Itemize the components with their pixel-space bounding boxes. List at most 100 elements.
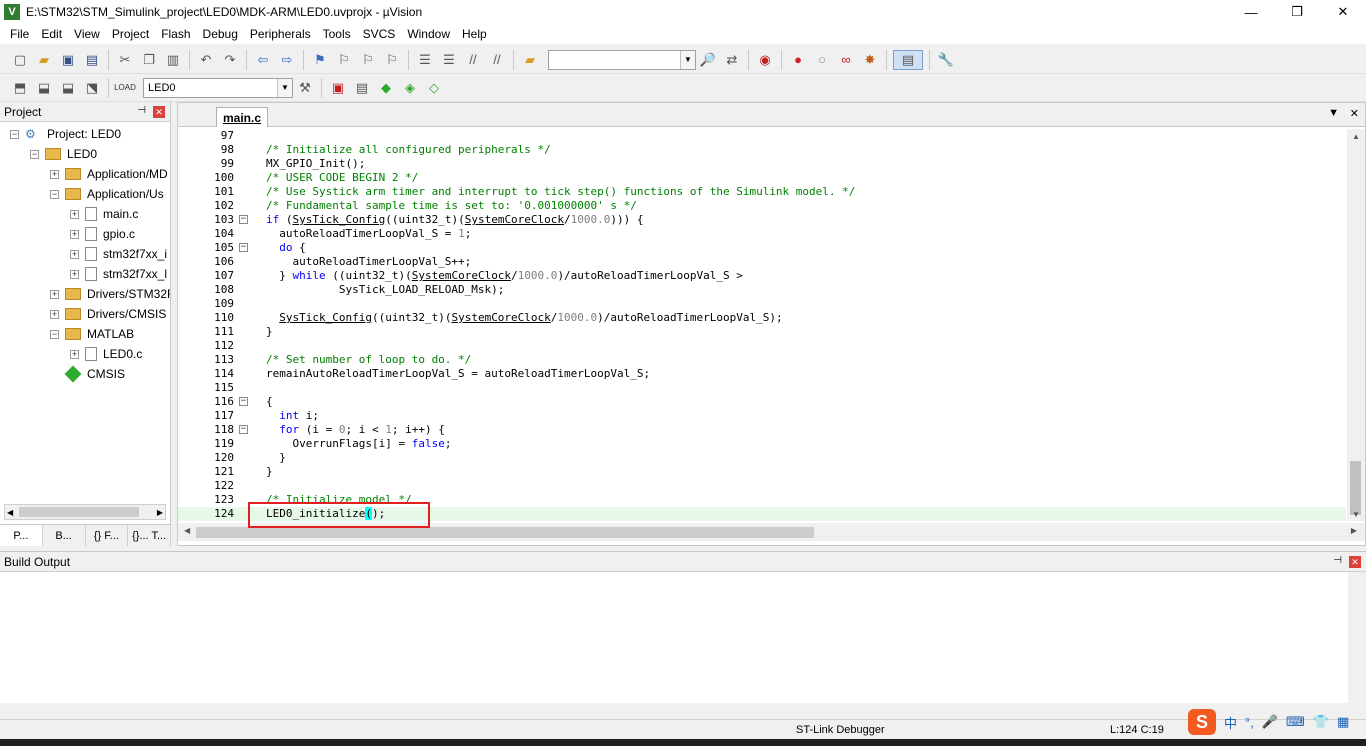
disable-all-breakpoints-icon[interactable]: ∞ <box>836 50 856 70</box>
code-line[interactable]: 122 <box>178 479 1346 493</box>
code-line[interactable]: 102 /* Fundamental sample time is set to:… <box>178 199 1346 213</box>
manage-project-items-icon[interactable]: ▣ <box>328 78 348 98</box>
target-options-icon[interactable]: ⚒ <box>295 78 315 98</box>
build-horizontal-scrollbar[interactable] <box>0 703 1348 719</box>
close-tab-icon[interactable]: ✕ <box>1350 107 1359 120</box>
code-line[interactable]: 103− if (SysTick_Config((uint32_t)(System… <box>178 213 1346 227</box>
skin-icon[interactable]: 👕 <box>1313 714 1329 730</box>
fold-toggle-icon[interactable]: − <box>239 425 248 434</box>
tree-item[interactable]: + Drivers/STM32F <box>50 284 170 304</box>
scroll-down-icon[interactable]: ▼ <box>1347 507 1365 521</box>
expand-icon[interactable]: + <box>70 349 79 359</box>
find-icon[interactable]: 🔎 <box>698 50 718 70</box>
collapse-icon[interactable]: − <box>50 329 59 339</box>
menu-file[interactable]: File <box>4 27 35 41</box>
unindent-icon[interactable]: ☰ <box>439 50 459 70</box>
bookmark-icon[interactable]: ⚑ <box>310 50 330 70</box>
scroll-right-icon[interactable]: ▶ <box>1351 526 1357 535</box>
cut-icon[interactable]: ✂ <box>115 50 135 70</box>
expand-icon[interactable]: + <box>70 269 79 279</box>
chinese-mode-icon[interactable]: 中 <box>1224 713 1237 732</box>
rebuild-icon[interactable]: ⬓ <box>58 78 78 98</box>
menu-svcs[interactable]: SVCS <box>357 27 402 41</box>
find-combo[interactable]: ▼ <box>548 49 696 70</box>
code-line[interactable]: 113 /* Set number of loop to do. */ <box>178 353 1346 367</box>
collapse-icon[interactable]: − <box>50 189 59 199</box>
fold-toggle-icon[interactable]: − <box>239 397 248 406</box>
chevron-down-icon[interactable]: ▼ <box>680 50 695 69</box>
expand-icon[interactable]: + <box>50 309 59 319</box>
code-line[interactable]: 121} <box>178 465 1346 479</box>
sogou-ime-icon[interactable]: S <box>1188 709 1216 735</box>
code-line[interactable]: 109 <box>178 297 1346 311</box>
prev-bookmark-icon[interactable]: ⚐ <box>334 50 354 70</box>
batch-build-icon[interactable]: ⬔ <box>82 78 102 98</box>
redo-icon[interactable]: ↷ <box>220 50 240 70</box>
microphone-icon[interactable]: 🎤 <box>1262 714 1278 730</box>
next-bookmark-icon[interactable]: ⚐ <box>358 50 378 70</box>
tree-item[interactable]: − MATLAB <box>50 324 134 344</box>
tree-item[interactable]: + LED0.c <box>70 344 142 364</box>
code-line[interactable]: 111} <box>178 325 1346 339</box>
file-extensions-icon[interactable]: ▤ <box>352 78 372 98</box>
save-icon[interactable]: ▣ <box>58 50 78 70</box>
close-window-button[interactable]: ✕ <box>1320 0 1366 24</box>
code-line[interactable]: 112 <box>178 339 1346 353</box>
code-line[interactable]: 114 remainAutoReloadTimerLoopVal_S = auto… <box>178 367 1346 381</box>
kill-all-breakpoints-icon[interactable]: ✸ <box>860 50 880 70</box>
new-file-icon[interactable]: ▢ <box>10 50 30 70</box>
menu-peripherals[interactable]: Peripherals <box>244 27 317 41</box>
save-all-icon[interactable]: ▤ <box>82 50 102 70</box>
build-vertical-scrollbar[interactable] <box>1348 572 1366 720</box>
restore-button[interactable]: ❐ <box>1274 0 1320 24</box>
undo-icon[interactable]: ↶ <box>196 50 216 70</box>
scroll-left-icon[interactable]: ◀ <box>184 526 190 535</box>
tab-main-c[interactable]: main.c <box>216 107 268 127</box>
navigate-back-icon[interactable]: ⇦ <box>253 50 273 70</box>
code-line[interactable]: 116− { <box>178 395 1346 409</box>
comment-icon[interactable]: // <box>463 50 483 70</box>
tab-functions[interactable]: {} F... <box>86 525 129 546</box>
tree-item[interactable]: + main.c <box>70 204 138 224</box>
code-line[interactable]: 105− do { <box>178 241 1346 255</box>
code-area[interactable]: 97 98 /* Initialize all configured periphe… <box>178 129 1346 521</box>
download-icon[interactable]: LOAD <box>114 78 136 98</box>
code-line[interactable]: 117 int i; <box>178 409 1346 423</box>
manage-run-time-environment-icon[interactable]: ◆ <box>376 78 396 98</box>
clear-bookmarks-icon[interactable]: ⚐ <box>382 50 402 70</box>
menu-flash[interactable]: Flash <box>155 27 196 41</box>
disable-breakpoint-icon[interactable]: ○ <box>812 50 832 70</box>
open-file-icon[interactable]: ▰ <box>34 50 54 70</box>
scroll-right-icon[interactable]: ▶ <box>157 508 163 517</box>
configure-icon[interactable]: 🔧 <box>936 50 956 70</box>
find-in-files-icon[interactable]: ▰ <box>520 50 540 70</box>
replace-icon[interactable]: ⇄ <box>722 50 742 70</box>
tree-item[interactable]: + stm32f7xx_l <box>70 264 167 284</box>
window-layout-icon[interactable]: ▤ <box>893 49 923 70</box>
code-line[interactable]: 104 autoReloadTimerLoopVal_S = 1; <box>178 227 1346 241</box>
scroll-thumb[interactable] <box>196 527 814 538</box>
tree-item[interactable]: − LED0 <box>30 144 97 164</box>
code-line[interactable]: 99 MX_GPIO_Init(); <box>178 157 1346 171</box>
menu-tools[interactable]: Tools <box>317 27 357 41</box>
code-line[interactable]: 115 <box>178 381 1346 395</box>
tab-project[interactable]: P... <box>0 525 43 546</box>
code-line[interactable]: 108 SysTick_LOAD_RELOAD_Msk); <box>178 283 1346 297</box>
code-line[interactable]: 118− for (i = 0; i < 1; i++) { <box>178 423 1346 437</box>
keyboard-icon[interactable]: ⌨ <box>1286 714 1305 730</box>
collapse-icon[interactable]: − <box>10 129 19 139</box>
paste-icon[interactable]: ▥ <box>163 50 183 70</box>
pin-icon[interactable]: ⊣ <box>1333 555 1342 566</box>
menu-debug[interactable]: Debug <box>197 27 244 41</box>
scroll-thumb[interactable] <box>19 507 139 517</box>
scroll-left-icon[interactable]: ◀ <box>7 508 13 517</box>
pin-icon[interactable]: ⊣ <box>137 105 146 116</box>
expand-icon[interactable]: + <box>50 169 59 179</box>
expand-icon[interactable]: + <box>70 249 79 259</box>
build-icon[interactable]: ⬓ <box>34 78 54 98</box>
code-line[interactable]: 120 } <box>178 451 1346 465</box>
punctuation-icon[interactable]: °, <box>1245 715 1254 730</box>
collapse-icon[interactable]: − <box>30 149 39 159</box>
scroll-up-icon[interactable]: ▲ <box>1347 129 1365 143</box>
tab-list-icon[interactable]: ▼ <box>1328 107 1339 119</box>
